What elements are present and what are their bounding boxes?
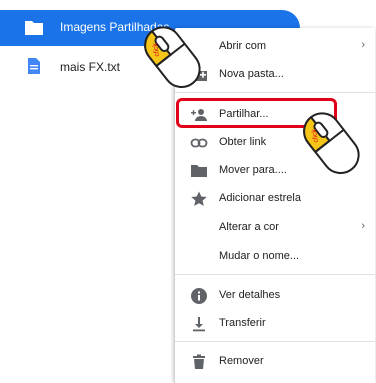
trash-icon: [193, 354, 205, 369]
menu-item-label: Abrir com: [219, 40, 267, 52]
link-icon: [190, 138, 208, 148]
menu-item-label: Mudar o nome...: [219, 250, 300, 262]
chevron-right-icon: ›: [361, 220, 365, 232]
menu-divider: [175, 274, 375, 275]
menu-item-label: Ver detalhes: [219, 289, 281, 301]
menu-item-label: Transferir: [219, 317, 266, 329]
mouse-click-icon: click: [303, 112, 360, 175]
menu-item-remove[interactable]: Remover: [175, 349, 375, 375]
folder-icon: [191, 165, 207, 177]
menu-item-label: Remover: [219, 355, 264, 367]
menu-item-label: Alterar a cor: [219, 221, 279, 233]
download-icon: [193, 317, 205, 332]
document-icon: [28, 58, 40, 74]
menu-item-label: Nova pasta...: [219, 68, 284, 80]
menu-item-label: Obter link: [219, 136, 267, 148]
menu-item-rename[interactable]: Mudar o nome...: [175, 244, 375, 270]
star-icon: [191, 191, 207, 206]
chevron-right-icon: ›: [361, 39, 365, 51]
menu-item-download[interactable]: Transferir: [175, 311, 375, 337]
file-name: mais FX.txt: [60, 60, 121, 74]
menu-divider: [175, 341, 375, 342]
menu-item-label: Mover para....: [219, 164, 287, 176]
menu-item-change-color[interactable]: Alterar a cor ›: [175, 215, 375, 241]
folder-icon: [25, 21, 43, 35]
mouse-click-icon: click: [144, 26, 201, 89]
menu-item-add-star[interactable]: Adicionar estrela: [175, 186, 375, 212]
menu-item-label: Adicionar estrela: [219, 192, 301, 204]
menu-item-view-details[interactable]: Ver detalhes: [175, 283, 375, 309]
info-icon: [191, 288, 207, 304]
